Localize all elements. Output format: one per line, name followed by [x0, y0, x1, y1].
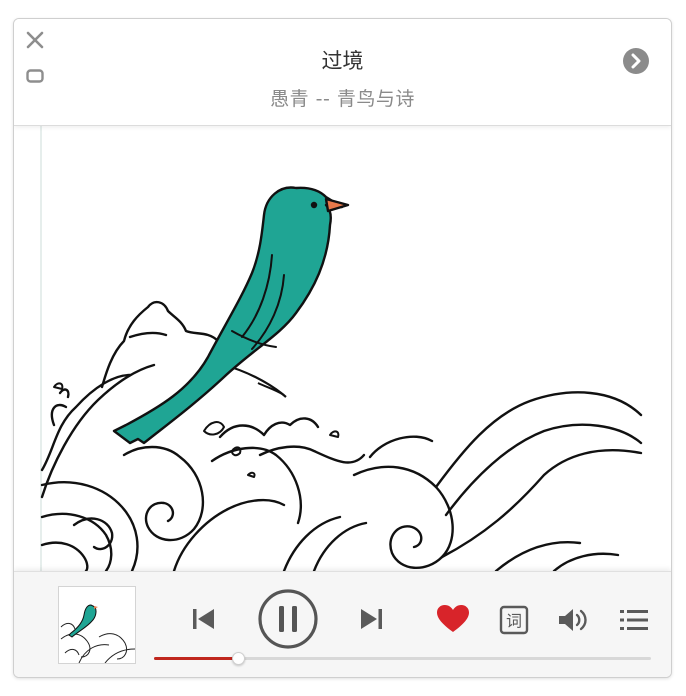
- playlist-button[interactable]: [618, 606, 650, 634]
- like-button[interactable]: [436, 604, 470, 634]
- header: 过境 愚青 -- 青鸟与诗: [14, 19, 671, 126]
- lyrics-char: 词: [506, 612, 522, 631]
- next-page-button[interactable]: [622, 47, 650, 75]
- player-controls: 词: [14, 571, 671, 677]
- skip-next-icon: [361, 609, 382, 629]
- album-thumbnail[interactable]: [58, 586, 136, 664]
- progress-handle[interactable]: [232, 652, 246, 665]
- lyrics-button[interactable]: 词: [499, 605, 529, 635]
- artist-album: 愚青 -- 青鸟与诗: [270, 88, 415, 110]
- play-pause-button[interactable]: [257, 588, 319, 650]
- progress-fill: [154, 657, 239, 660]
- album-thumbnail-image: [59, 587, 135, 663]
- heart-icon: [437, 605, 469, 632]
- player-window: 过境 愚青 -- 青鸟与诗 词: [13, 18, 672, 678]
- song-title: 过境: [321, 49, 364, 73]
- lyrics-icon: 词: [499, 605, 529, 635]
- previous-button[interactable]: [188, 604, 218, 634]
- chevron-right-circle-icon: [623, 48, 649, 74]
- volume-icon: [559, 609, 587, 631]
- next-button[interactable]: [357, 604, 387, 634]
- pause-icon: [258, 589, 318, 649]
- album-art: [14, 125, 671, 571]
- album-art-image: [14, 125, 671, 571]
- skip-previous-icon: [193, 609, 214, 629]
- volume-button[interactable]: [557, 605, 591, 635]
- progress-bar[interactable]: [154, 652, 651, 665]
- playlist-icon: [620, 610, 648, 630]
